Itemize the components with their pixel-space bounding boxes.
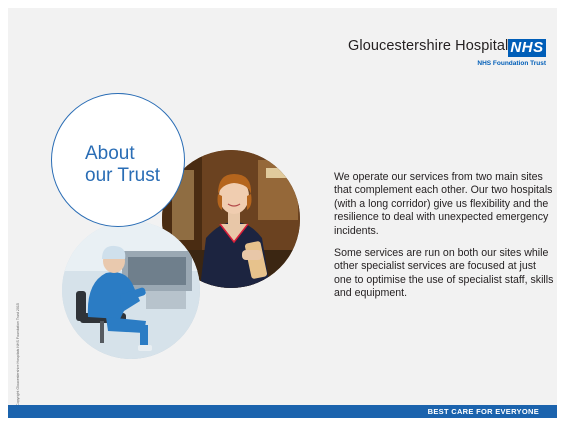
paragraph-1: We operate our services from two main si…: [334, 171, 553, 237]
copyright-notice: Copyright Gloucestershire Hospitals NHS …: [16, 303, 20, 406]
page: Gloucestershire Hospitals NHS NHS Founda…: [0, 0, 565, 426]
section-heading: About our Trust: [85, 143, 160, 187]
body-text: We operate our services from two main si…: [334, 171, 554, 310]
heading-line-1: About: [85, 143, 135, 164]
surgeon-photo: [62, 221, 200, 359]
surgeon-illustration: [62, 221, 200, 359]
nhs-logo: NHS: [508, 39, 546, 57]
organization-name: Gloucestershire Hospitals: [348, 38, 516, 54]
footer-tagline: BEST CARE FOR EVERYONE: [427, 407, 539, 416]
slide: Gloucestershire Hospitals NHS NHS Founda…: [8, 8, 557, 413]
trust-subtitle: NHS Foundation Trust: [477, 60, 546, 67]
heading-line-2: our Trust: [85, 165, 160, 186]
footer-bar: BEST CARE FOR EVERYONE: [8, 405, 557, 418]
paragraph-2: Some services are run on both our sites …: [334, 247, 554, 300]
